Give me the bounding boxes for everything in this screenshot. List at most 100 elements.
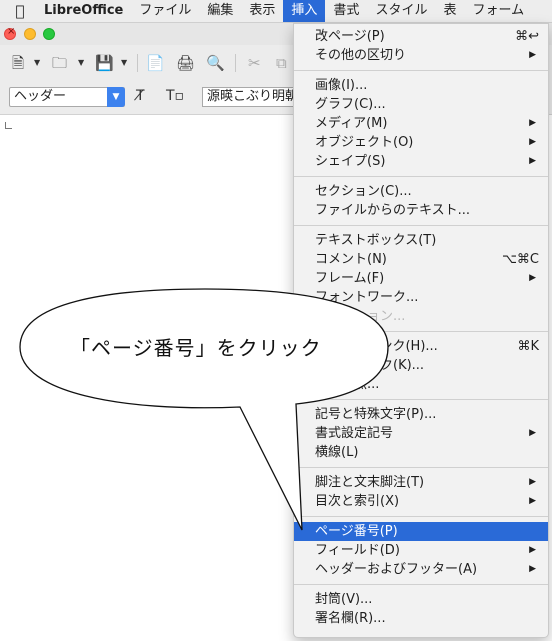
menu-item-label: ページ番号(P) xyxy=(315,524,398,539)
menu-item-label: フレーム(F) xyxy=(315,271,385,286)
window-zoom-button[interactable] xyxy=(43,28,55,40)
menu-item[interactable]: シェイプ(S) ▶ xyxy=(294,152,548,171)
menu-item[interactable]: ファイルからのテキスト... xyxy=(294,201,548,220)
menu-item-label: 書式設定記号 xyxy=(315,426,394,441)
menu-item[interactable]: フレーム(F) ▶ xyxy=(294,269,548,288)
menu-item-label: 横線(L) xyxy=(315,445,359,460)
font-name-value: 源暎こぶり明朝 xyxy=(207,89,299,104)
new-style-icon[interactable]: T▫ xyxy=(166,88,184,104)
new-dropdown-chevron-icon[interactable]: ▼ xyxy=(34,52,40,74)
menu-item[interactable]: 封筒(V)... xyxy=(294,590,548,609)
menu-item-label: その他の区切り xyxy=(315,48,407,63)
menu-item[interactable]: メディア(M) ▶ xyxy=(294,114,548,133)
menu-item-label: ファイルからのテキスト... xyxy=(315,203,471,218)
menu-form[interactable]: フォーム xyxy=(464,0,532,22)
chevron-down-icon[interactable]: ▼ xyxy=(107,87,125,107)
menu-item-label: 署名欄(R)... xyxy=(315,611,386,626)
paragraph-style-select[interactable]: ヘッダー ▼ xyxy=(9,87,125,107)
copy-icon[interactable]: ⧉ xyxy=(276,52,287,74)
menu-item[interactable]: 記号と特殊文字(P)... xyxy=(294,405,548,424)
submenu-arrow-icon: ▶ xyxy=(529,496,536,506)
system-menu-bar:  LibreOffice ファイル 編集 表示 挿入 書式 スタイル 表 フォ… xyxy=(0,0,552,23)
menu-item-label: フォントワーク... xyxy=(315,290,419,305)
export-pdf-icon[interactable]: 📄 xyxy=(146,52,165,74)
menu-separator xyxy=(294,584,548,585)
menu-item-label: コメント(N) xyxy=(315,252,387,267)
submenu-arrow-icon: ▶ xyxy=(529,50,536,60)
menu-item-label: シェイプ(S) xyxy=(315,154,386,169)
menu-item-label: 相互参照... xyxy=(315,377,380,392)
open-folder-icon[interactable]: 🗀 xyxy=(52,52,67,74)
menu-item[interactable]: 改ページ(P) ⌘↩ xyxy=(294,27,548,46)
menu-item-shortcut: ⌘K xyxy=(517,339,539,354)
menu-separator xyxy=(294,70,548,71)
menu-table[interactable]: 表 xyxy=(435,0,464,22)
paragraph-style-value: ヘッダー xyxy=(14,89,67,104)
submenu-arrow-icon: ▶ xyxy=(529,477,536,487)
save-dropdown-chevron-icon[interactable]: ▼ xyxy=(121,52,127,74)
menu-item-label: 画像(I)... xyxy=(315,78,368,93)
menu-item[interactable]: フォントワーク... xyxy=(294,288,548,307)
submenu-arrow-icon: ▶ xyxy=(529,273,536,283)
menu-view[interactable]: 表示 xyxy=(241,0,283,22)
menu-item-label: セクション(C)... xyxy=(315,184,412,199)
menu-item[interactable]: テキストボックス(T) xyxy=(294,231,548,250)
update-style-icon[interactable]: T̸ xyxy=(136,88,145,104)
menu-item-page-number[interactable]: ページ番号(P) xyxy=(294,522,548,541)
menu-item-label: オブジェクト(O) xyxy=(315,135,414,150)
menu-item-label: 目次と索引(X) xyxy=(315,494,400,509)
new-document-icon[interactable]: 🗎 xyxy=(12,52,24,74)
menu-styles[interactable]: スタイル xyxy=(367,0,435,22)
menu-item[interactable]: 書式設定記号 ▶ xyxy=(294,424,548,443)
menu-edit[interactable]: 編集 xyxy=(199,0,241,22)
window-close-button[interactable] xyxy=(4,26,16,40)
open-dropdown-chevron-icon[interactable]: ▼ xyxy=(78,52,84,74)
menu-item[interactable]: オブジェクト(O) ▶ xyxy=(294,133,548,152)
toolbar-divider xyxy=(137,54,138,72)
toolbar-divider xyxy=(235,54,236,72)
menu-format[interactable]: 書式 xyxy=(325,0,367,22)
menu-item[interactable]: ヘッダーおよびフッター(A) ▶ xyxy=(294,560,548,579)
submenu-arrow-icon: ▶ xyxy=(529,545,536,555)
menu-item[interactable]: セクション(C)... xyxy=(294,182,548,201)
menu-item-label: ヘッダーおよびフッター(A) xyxy=(315,562,478,577)
menu-item-label: フィールド(D) xyxy=(315,543,400,558)
menu-item[interactable]: その他の区切り ▶ xyxy=(294,46,548,65)
text-boundary-corner-mark xyxy=(5,122,12,129)
menu-item[interactable]: 画像(I)... xyxy=(294,76,548,95)
app-menu[interactable]: LibreOffice xyxy=(40,0,131,22)
menu-item[interactable]: 署名欄(R)... xyxy=(294,609,548,628)
print-icon[interactable]: 🖨 xyxy=(176,52,195,74)
menu-item[interactable]: コメント(N) ⌥⌘C xyxy=(294,250,548,269)
menu-item[interactable]: 相互参照... xyxy=(294,375,548,394)
menu-item-label: キャプション... xyxy=(315,309,406,324)
submenu-arrow-icon: ▶ xyxy=(529,428,536,438)
menu-item[interactable]: 目次と索引(X) ▶ xyxy=(294,492,548,511)
menu-item-label: メディア(M) xyxy=(315,116,388,131)
menu-item-label: 脚注と文末脚注(T) xyxy=(315,475,425,490)
menu-item-shortcut: ⌥⌘C xyxy=(501,252,539,267)
menu-item[interactable]: 横線(L) xyxy=(294,443,548,462)
print-preview-icon[interactable]: 🔍 xyxy=(206,52,225,74)
callout-text: 「ページ番号」をクリック xyxy=(70,336,322,360)
menu-item[interactable]: フィールド(D) ▶ xyxy=(294,541,548,560)
menu-item-label: 封筒(V)... xyxy=(315,592,373,607)
menu-file[interactable]: ファイル xyxy=(131,0,199,22)
menu-separator xyxy=(294,516,548,517)
menu-item-shortcut: ⌘↩ xyxy=(515,29,539,44)
menu-separator xyxy=(294,467,548,468)
apple-menu-icon[interactable]:  xyxy=(0,2,40,20)
menu-item-label: テキストボックス(T) xyxy=(315,233,437,248)
menu-item-label: グラフ(C)... xyxy=(315,97,386,112)
submenu-arrow-icon: ▶ xyxy=(529,137,536,147)
cut-icon[interactable]: ✂ xyxy=(248,52,261,74)
menu-item[interactable]: 脚注と文末脚注(T) ▶ xyxy=(294,473,548,492)
menu-item-label: 改ページ(P) xyxy=(315,29,385,44)
menu-separator xyxy=(294,176,548,177)
insert-menu-dropdown: 改ページ(P) ⌘↩ その他の区切り ▶ 画像(I)... グラフ(C)... メディア(M… xyxy=(293,23,549,638)
menu-item[interactable]: グラフ(C)... xyxy=(294,95,548,114)
menu-insert[interactable]: 挿入 xyxy=(283,0,326,22)
save-icon[interactable]: 💾 xyxy=(95,52,114,74)
window-minimize-button[interactable] xyxy=(24,28,36,40)
menu-item: キャプション... xyxy=(294,307,548,326)
